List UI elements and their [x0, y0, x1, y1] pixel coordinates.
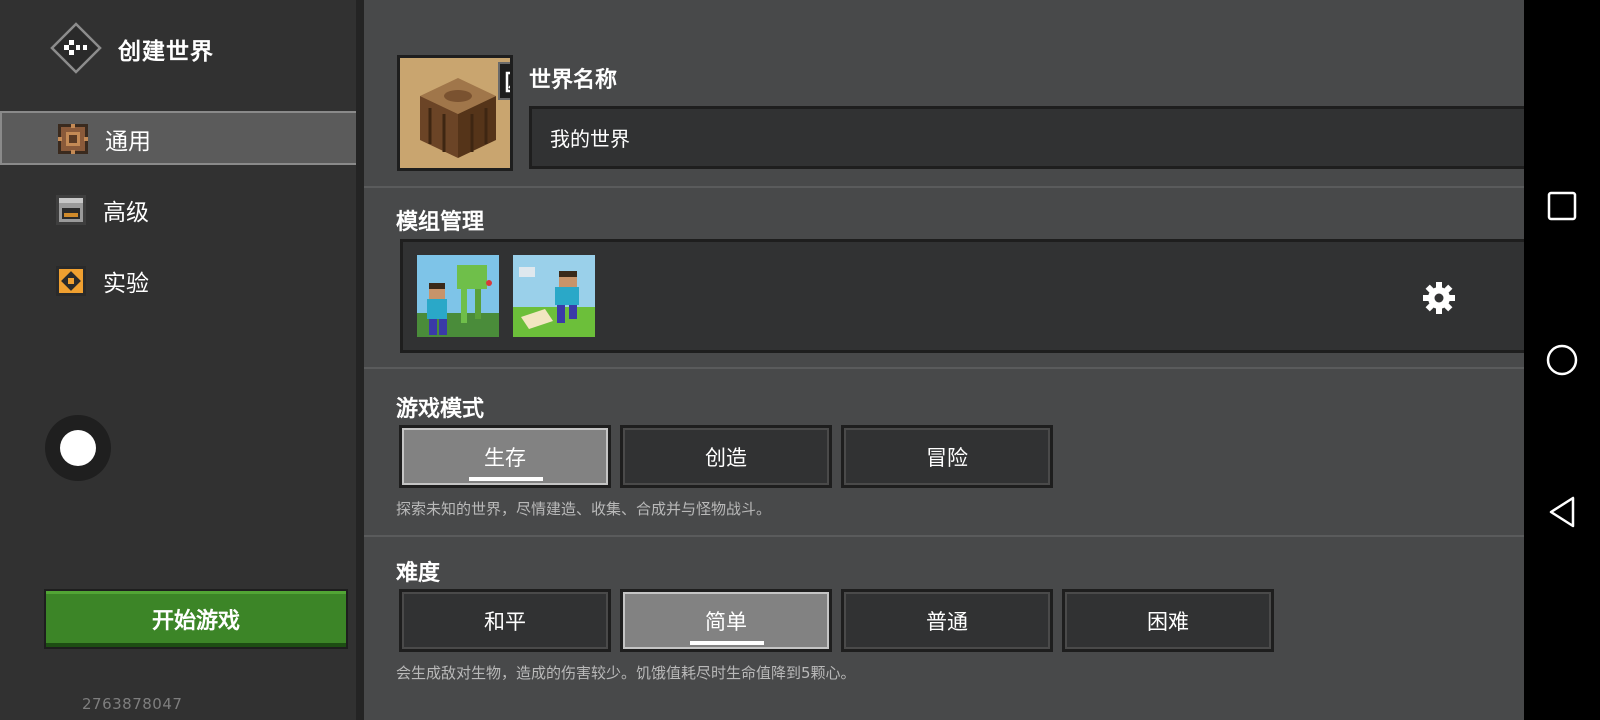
back-nav-button[interactable] — [1543, 493, 1581, 531]
addons-panel[interactable] — [400, 239, 1524, 353]
world-name-input[interactable] — [529, 106, 1524, 169]
addons-label: 模组管理 — [396, 210, 485, 235]
section-divider — [364, 367, 1524, 369]
sidebar-item-label: 高级 — [103, 200, 149, 226]
assistive-dot-icon — [60, 430, 96, 466]
difficulty-label: 难度 — [396, 561, 441, 586]
world-name-label: 世界名称 — [529, 68, 618, 93]
selected-indicator — [690, 641, 764, 645]
main-panel: 世界名称 模组管理 — [364, 0, 1524, 720]
selected-indicator — [469, 477, 543, 481]
sidebar-item-general[interactable]: 通用 — [0, 111, 358, 165]
difficulty-normal-button[interactable]: 普通 — [841, 589, 1053, 652]
circle-icon — [1546, 344, 1578, 376]
game-mode-creative-button[interactable]: 创造 — [620, 425, 832, 488]
difficulty-easy-button[interactable]: 简单 — [620, 589, 832, 652]
sidebar-divider — [356, 0, 364, 720]
sidebar-item-experiments[interactable]: 实验 — [0, 253, 358, 307]
difficulty-hard-button[interactable]: 困难 — [1062, 589, 1274, 652]
system-navigation-bar — [1524, 0, 1600, 720]
triangle-back-icon — [1549, 496, 1575, 528]
game-mode-label: 游戏模式 — [396, 397, 485, 422]
home-button[interactable] — [1543, 341, 1581, 379]
recents-button[interactable] — [1543, 187, 1581, 225]
page-title: 创建世界 — [118, 39, 214, 65]
sidebar-item-label: 通用 — [105, 129, 151, 155]
world-icon-button[interactable] — [397, 55, 513, 171]
difficulty-option-label: 和平 — [484, 609, 526, 634]
gear-icon — [1423, 282, 1455, 314]
behavior-pack-thumbnail[interactable] — [513, 255, 595, 337]
difficulty-peaceful-button[interactable]: 和平 — [399, 589, 611, 652]
edit-image-icon — [505, 71, 510, 93]
floating-assistive-button[interactable] — [45, 415, 111, 481]
section-divider — [364, 535, 1524, 537]
start-game-button[interactable]: 开始游戏 — [44, 589, 348, 649]
game-mode-survival-button[interactable]: 生存 — [399, 425, 611, 488]
sidebar-item-label: 实验 — [103, 271, 149, 297]
gear-block-icon — [58, 124, 88, 154]
game-mode-option-label: 创造 — [705, 445, 747, 470]
game-mode-option-label: 冒险 — [926, 445, 968, 470]
world-block-icon — [400, 58, 510, 168]
game-mode-hint: 探索未知的世界，尽情建造、收集、合成并与怪物战斗。 — [396, 500, 772, 518]
furnace-icon — [56, 195, 86, 225]
redstone-block-icon — [56, 266, 86, 296]
start-game-label: 开始游戏 — [151, 609, 240, 634]
difficulty-option-label: 简单 — [705, 609, 747, 634]
addons-settings-button[interactable] — [1419, 278, 1459, 318]
square-icon — [1547, 191, 1577, 221]
edit-image-button[interactable] — [498, 62, 510, 100]
sidebar-item-advanced[interactable]: 高级 — [0, 182, 358, 236]
difficulty-option-label: 困难 — [1147, 609, 1189, 634]
pack-art-icon — [513, 255, 595, 337]
pack-art-icon — [417, 255, 499, 337]
sidebar: 创建世界 通用 高级 实验 开始游戏 2763878047 — [0, 0, 364, 720]
game-mode-option-label: 生存 — [484, 445, 526, 470]
build-id: 2763878047 — [82, 695, 183, 713]
back-diamond-icon — [50, 22, 102, 74]
back-button[interactable] — [48, 20, 104, 76]
resource-pack-thumbnail[interactable] — [417, 255, 499, 337]
difficulty-option-label: 普通 — [926, 609, 968, 634]
difficulty-hint: 会生成敌对生物，造成的伤害较少。饥饿值耗尽时生命值降到5颗心。 — [396, 664, 856, 682]
game-mode-adventure-button[interactable]: 冒险 — [841, 425, 1053, 488]
section-divider — [364, 186, 1524, 188]
